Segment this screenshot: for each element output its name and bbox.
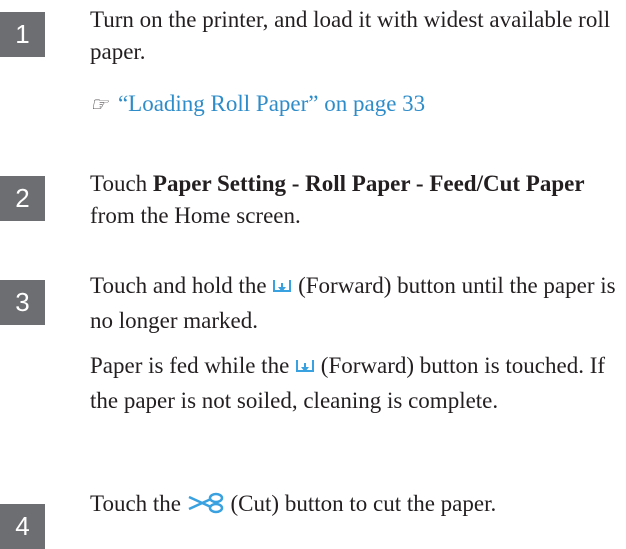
menu-feed-cut-paper: Feed/Cut Paper <box>429 171 585 196</box>
menu-roll-paper: Roll Paper <box>305 171 411 196</box>
step-text: Touch and hold the (Forward) button unti… <box>90 273 616 333</box>
step-number-badge: 1 <box>0 12 45 57</box>
forward-icon <box>295 353 315 385</box>
scissors-icon <box>187 491 225 523</box>
menu-separator: - <box>286 171 306 196</box>
step-number-badge: 2 <box>0 176 45 221</box>
loading-roll-paper-link[interactable]: “Loading Roll Paper” on page 33 <box>118 91 425 116</box>
forward-icon <box>272 273 292 305</box>
step-text: Touch the (Cut) button to cut the paper. <box>90 488 620 523</box>
menu-separator: - <box>410 171 430 196</box>
reference-hand-icon: ☞ <box>90 92 108 116</box>
step-number-badge: 3 <box>0 280 45 325</box>
step-note: Paper is fed while the (Forward) button … <box>90 353 606 413</box>
cross-reference: ☞ “Loading Roll Paper” on page 33 <box>90 88 425 120</box>
step-number-badge: 4 <box>0 504 45 549</box>
step-text: Turn on the printer, and load it with wi… <box>90 7 611 64</box>
menu-paper-setting: Paper Setting <box>152 171 286 196</box>
step-text: Touch Paper Setting - Roll Paper - Feed/… <box>90 171 585 228</box>
